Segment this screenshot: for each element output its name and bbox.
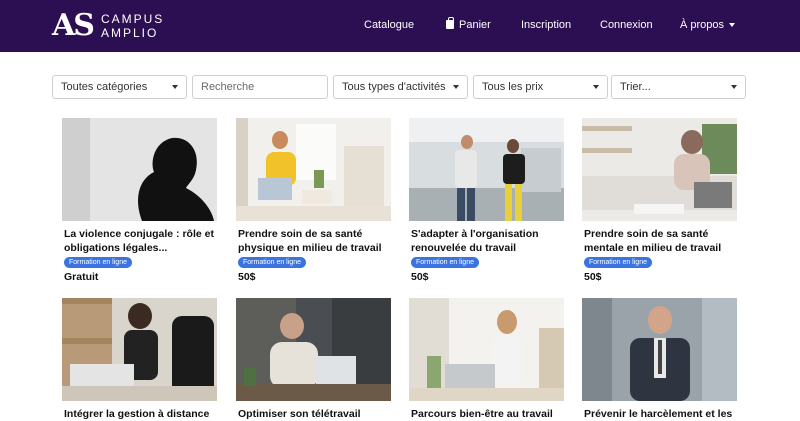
course-image[interactable] (62, 298, 217, 401)
course-image[interactable] (582, 118, 737, 221)
chevron-down-icon (453, 85, 459, 89)
activity-type-select[interactable]: Tous types d'activités (333, 75, 468, 99)
course-image[interactable] (236, 298, 391, 401)
activity-type-select-value: Tous types d'activités (342, 81, 446, 93)
course-image[interactable] (236, 118, 391, 221)
course-price: 50$ (238, 271, 256, 283)
price-select-value: Tous les prix (482, 81, 544, 93)
course-type-badge: Formation en ligne (238, 257, 306, 268)
sort-select-value: Trier... (620, 81, 651, 93)
nav-about-dropdown[interactable]: À propos (680, 19, 736, 31)
course-image[interactable] (409, 118, 564, 221)
course-type-badge: Formation en ligne (411, 257, 479, 268)
chevron-down-icon (593, 85, 599, 89)
course-price: 50$ (584, 271, 602, 283)
chevron-down-icon (731, 85, 737, 89)
course-price: 50$ (411, 271, 429, 283)
search-input[interactable] (201, 76, 319, 98)
sort-select[interactable]: Trier... (611, 75, 746, 99)
category-select[interactable]: Toutes catégories (52, 75, 187, 99)
price-select[interactable]: Tous les prix (473, 75, 608, 99)
nav-cart-link[interactable]: Panier (446, 17, 491, 31)
nav-links: Catalogue Panier Inscription Connexion À… (0, 0, 800, 52)
course-image[interactable] (62, 118, 217, 221)
nav-cart-label: Panier (459, 19, 491, 31)
chevron-down-icon (172, 85, 178, 89)
course-image[interactable] (409, 298, 564, 401)
category-select-value: Toutes catégories (61, 81, 148, 93)
course-title[interactable]: La violence conjugale : rôle et obligati… (64, 227, 219, 255)
nav-register-link[interactable]: Inscription (521, 19, 571, 31)
top-navbar: AS CAMPUS AMPLIO Catalogue Panier Inscri… (0, 0, 800, 52)
course-title[interactable]: S'adapter à l'organisation renouvelée du… (411, 227, 566, 255)
course-price: Gratuit (64, 271, 99, 283)
nav-about-label: À propos (680, 19, 725, 31)
nav-login-link[interactable]: Connexion (600, 19, 653, 31)
course-title[interactable]: Prendre soin de sa santé mentale en mili… (584, 227, 739, 255)
nav-catalogue-link[interactable]: Catalogue (364, 19, 414, 31)
course-title[interactable]: Prendre soin de sa santé physique en mil… (238, 227, 393, 255)
course-type-badge: Formation en ligne (64, 257, 132, 268)
caret-down-icon (729, 23, 736, 27)
search-field[interactable] (192, 75, 328, 99)
course-image[interactable] (582, 298, 737, 401)
course-type-badge: Formation en ligne (584, 257, 652, 268)
shopping-bag-icon (446, 17, 454, 29)
